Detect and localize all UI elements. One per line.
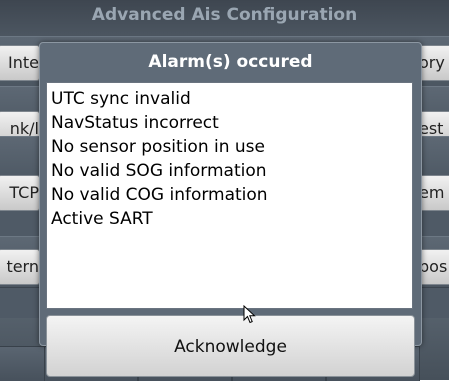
alarm-item: Active SART bbox=[51, 209, 153, 229]
background-title: Advanced Ais Configuration bbox=[0, 0, 449, 36]
alarm-item: No valid SOG information bbox=[51, 161, 267, 181]
alarm-item: NavStatus incorrect bbox=[51, 113, 219, 133]
alarm-list[interactable]: UTC sync invalid NavStatus incorrect No … bbox=[46, 82, 413, 309]
background-button-right[interactable]: pos bbox=[418, 249, 449, 285]
background-button-right[interactable]: ory bbox=[418, 45, 449, 81]
background-button-left[interactable]: TCP bbox=[0, 175, 40, 211]
alarm-dialog: Alarm(s) occured UTC sync invalid NavSta… bbox=[39, 42, 422, 377]
mouse-cursor-icon bbox=[243, 305, 256, 324]
dialog-title: Alarm(s) occured bbox=[148, 52, 313, 72]
background-button-left[interactable]: Inte bbox=[0, 45, 40, 81]
alarm-item: No valid COG information bbox=[51, 185, 268, 205]
background-button-left[interactable]: tern bbox=[0, 249, 40, 285]
acknowledge-button[interactable]: Acknowledge bbox=[46, 315, 415, 377]
background-button-right[interactable]: em bbox=[418, 175, 449, 211]
alarm-item: UTC sync invalid bbox=[51, 89, 191, 109]
alarm-item: No sensor position in use bbox=[51, 137, 265, 157]
